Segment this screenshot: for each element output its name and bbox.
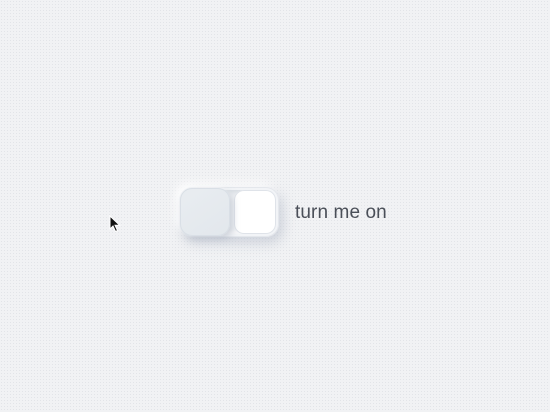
toggle-row: turn me on [179, 186, 387, 238]
toggle-switch[interactable] [179, 187, 279, 237]
mouse-pointer-icon [109, 215, 121, 233]
toggle-label: turn me on [295, 201, 387, 223]
toggle-knob[interactable] [180, 188, 230, 236]
page: { "toggle": { "label": "turn me on", "st… [0, 0, 550, 412]
toggle-off-pad [234, 190, 276, 234]
